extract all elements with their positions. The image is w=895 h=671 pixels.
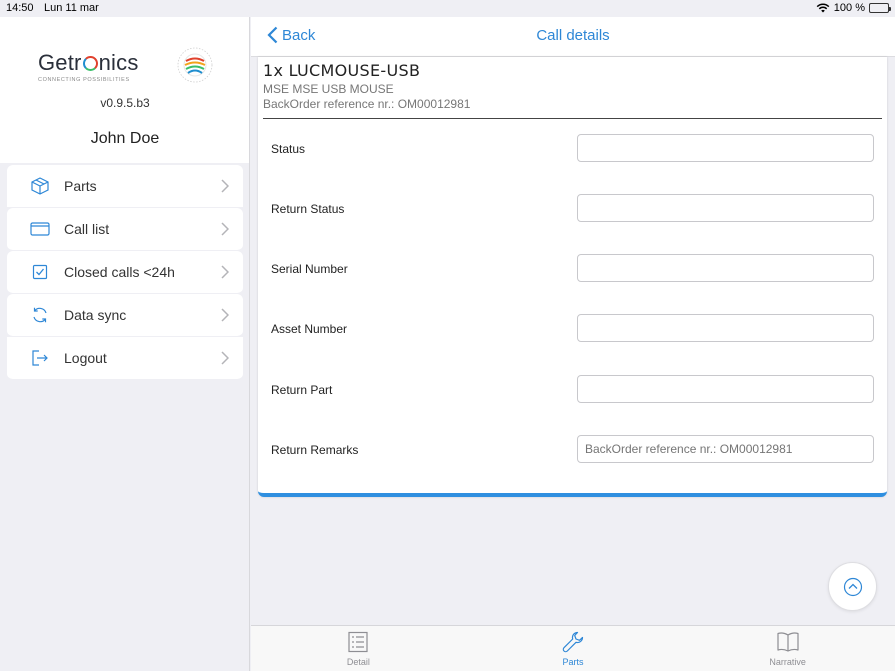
serial-number-field[interactable]	[577, 254, 874, 282]
logo-word-pre: Getr	[38, 50, 82, 75]
chevron-right-icon	[221, 179, 229, 193]
battery-icon	[869, 3, 891, 13]
status-bar: 14:50 Lun 11 mar 100 %	[0, 0, 895, 17]
tab-label: Narrative	[769, 657, 806, 667]
part-header: 1x LUCMOUSE-USB MSE MSE USB MOUSE BackOr…	[263, 57, 882, 119]
part-description: MSE MSE USB MOUSE	[263, 82, 394, 96]
battery-percent: 100 %	[833, 2, 865, 14]
form-row-serial-number: Serial Number	[258, 254, 887, 282]
chevron-right-icon	[221, 308, 229, 322]
chevron-right-icon	[221, 265, 229, 279]
part-title: 1x LUCMOUSE-USB	[263, 61, 421, 80]
sidebar-item-logout[interactable]: Logout	[7, 337, 243, 380]
logo-tagline: CONNECTING POSSIBILITIES	[38, 77, 130, 83]
form-row-asset-number: Asset Number	[258, 314, 887, 342]
tab-label: Detail	[346, 657, 370, 667]
user-name: John Doe	[90, 130, 160, 147]
scroll-to-top-button[interactable]	[828, 562, 877, 611]
sidebar-item-label: Closed calls <24h	[64, 264, 175, 280]
chevron-right-icon	[221, 351, 229, 365]
status-right: 100 %	[816, 2, 891, 14]
logo-word-post: nics	[98, 50, 139, 75]
book-icon	[777, 632, 799, 652]
return-remarks-field[interactable]	[577, 435, 874, 463]
app-version: v0.9.5.b3	[100, 96, 150, 110]
field-label: Return Remarks	[271, 443, 359, 457]
checkbox-icon	[30, 262, 50, 282]
return-status-field[interactable]	[577, 194, 874, 222]
status-time: 14:50	[6, 2, 34, 14]
chevron-up-circle-icon	[843, 577, 862, 596]
status-date: Lun 11 mar	[44, 2, 99, 14]
field-label: Return Part	[271, 383, 333, 397]
main-panel: Back Call details 1x LUCMOUSE-USB MSE MS…	[251, 17, 895, 671]
field-label: Asset Number	[271, 322, 348, 336]
chevron-right-icon	[221, 222, 229, 236]
part-card: 1x LUCMOUSE-USB MSE MSE USB MOUSE BackOr…	[258, 57, 887, 497]
part-backorder-reference: BackOrder reference nr.: OM00012981	[263, 97, 471, 111]
sidebar-item-label: Parts	[64, 178, 97, 194]
profile-header: Getr nics CONNECTING POSSIBILITIES v0.9.5…	[0, 17, 249, 163]
asset-number-field[interactable]	[577, 314, 874, 342]
return-part-field[interactable]	[577, 375, 874, 403]
getronics-logo: Getr nics CONNECTING POSSIBILITIES	[38, 50, 139, 83]
tab-narrative[interactable]: Narrative	[680, 626, 895, 671]
global-seal-icon	[177, 47, 213, 83]
field-label: Serial Number	[271, 262, 348, 276]
box-icon	[30, 176, 50, 196]
form-row-status: Status	[258, 134, 887, 162]
status-field[interactable]	[577, 134, 874, 162]
logout-icon	[30, 348, 50, 368]
wifi-icon	[816, 3, 830, 13]
form-row-return-part: Return Part	[258, 375, 887, 403]
page-title: Call details	[536, 27, 610, 44]
tab-parts[interactable]: Parts	[466, 626, 681, 671]
sidebar-menu: Parts Call list Closed calls <24h Data s…	[7, 165, 243, 380]
tab-label: Parts	[562, 657, 584, 667]
navigation-bar: Back Call details	[251, 17, 895, 57]
sidebar: Getr nics CONNECTING POSSIBILITIES v0.9.5…	[0, 17, 250, 671]
sidebar-item-call-list[interactable]: Call list	[7, 208, 243, 251]
tab-bar: Detail Parts Narrative	[251, 625, 895, 671]
sidebar-item-closed-calls[interactable]: Closed calls <24h	[7, 251, 243, 294]
tab-detail[interactable]: Detail	[251, 626, 466, 671]
sidebar-item-label: Logout	[64, 350, 107, 366]
field-label: Return Status	[271, 202, 345, 216]
field-label: Status	[271, 142, 306, 156]
form-row-return-remarks: Return Remarks	[258, 435, 887, 463]
window-icon	[30, 219, 50, 239]
sidebar-item-data-sync[interactable]: Data sync	[7, 294, 243, 337]
list-icon	[348, 631, 368, 653]
sidebar-item-label: Call list	[64, 221, 110, 237]
sidebar-item-label: Data sync	[64, 307, 127, 323]
wrench-icon	[562, 631, 584, 653]
sync-icon	[30, 305, 50, 325]
sidebar-item-parts[interactable]: Parts	[7, 165, 243, 208]
form-row-return-status: Return Status	[258, 194, 887, 222]
